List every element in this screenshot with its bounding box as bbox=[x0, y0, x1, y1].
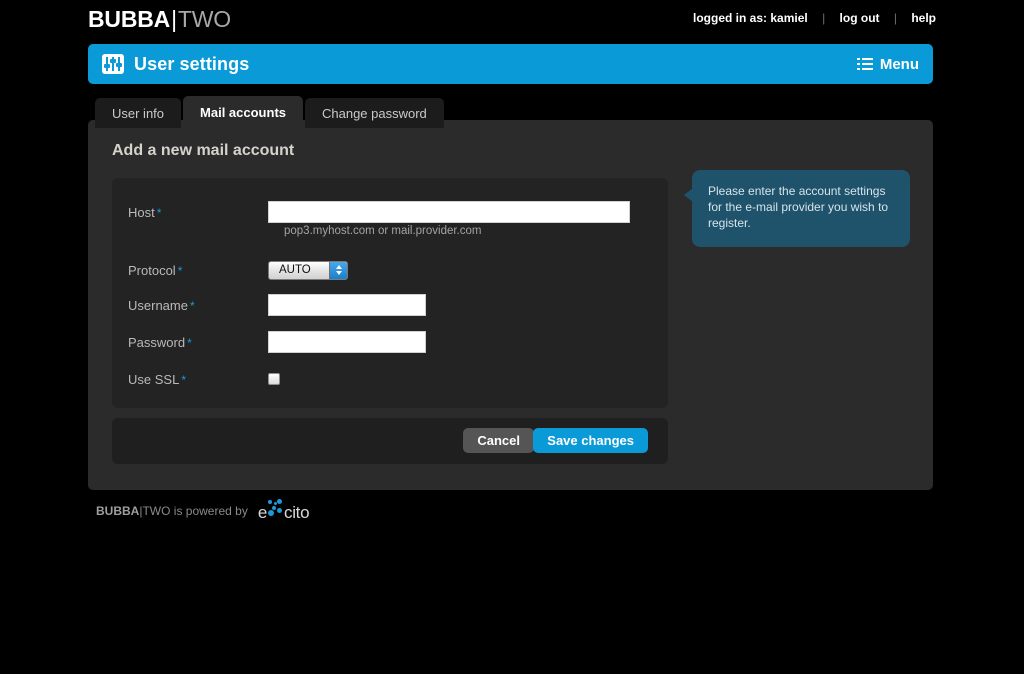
footer-text: BUBBA|TWO is powered by bbox=[96, 504, 248, 518]
mail-account-form: Host* pop3.myhost.com or mail.provider.c… bbox=[112, 178, 668, 408]
tab-change-password[interactable]: Change password bbox=[305, 98, 444, 128]
userbar-divider-1: | bbox=[811, 11, 836, 25]
footer-brand-bold: BUBBA bbox=[96, 504, 139, 518]
top-bar: BUBBA|TWO logged in as: kamiel | log out… bbox=[0, 0, 1024, 38]
host-label: Host* bbox=[112, 205, 268, 220]
page-title: User settings bbox=[134, 54, 249, 75]
sliders-icon bbox=[102, 54, 124, 74]
brand-logo-light: TWO bbox=[178, 6, 231, 32]
logged-in-label: logged in as: kamiel bbox=[693, 11, 808, 25]
username-required-marker: * bbox=[188, 299, 195, 313]
username-label: Username* bbox=[112, 298, 268, 313]
protocol-required-marker: * bbox=[176, 264, 183, 278]
username-control bbox=[268, 294, 668, 316]
username-label-text: Username bbox=[128, 298, 188, 313]
use-ssl-checkbox[interactable] bbox=[268, 373, 280, 385]
host-hint: pop3.myhost.com or mail.provider.com bbox=[284, 225, 482, 237]
excito-logo: e cito bbox=[258, 499, 309, 523]
host-input[interactable] bbox=[268, 201, 630, 223]
tab-user-info[interactable]: User info bbox=[95, 98, 181, 128]
excito-logo-suffix: cito bbox=[284, 503, 309, 523]
host-label-text: Host bbox=[128, 205, 155, 220]
userbar-divider-2: | bbox=[883, 11, 908, 25]
footer-brand-rest: TWO is powered by bbox=[142, 504, 247, 518]
footer: BUBBA|TWO is powered by e cito bbox=[96, 499, 309, 523]
field-row-username: Username* bbox=[112, 291, 668, 319]
log-out-link[interactable]: log out bbox=[840, 11, 880, 25]
tooltip-arrow-icon bbox=[684, 188, 693, 202]
use-ssl-required-marker: * bbox=[179, 373, 186, 387]
list-icon bbox=[857, 58, 873, 70]
password-input[interactable] bbox=[268, 331, 426, 353]
use-ssl-label-text: Use SSL bbox=[128, 372, 179, 387]
protocol-label: Protocol* bbox=[112, 263, 268, 278]
tab-mail-accounts[interactable]: Mail accounts bbox=[183, 96, 303, 128]
protocol-label-text: Protocol bbox=[128, 263, 176, 278]
use-ssl-control bbox=[268, 373, 668, 385]
chevron-down-icon bbox=[336, 271, 342, 275]
menu-button-label: Menu bbox=[880, 56, 919, 73]
protocol-stepper-icon[interactable] bbox=[329, 262, 347, 279]
section-title: Add a new mail account bbox=[112, 142, 294, 160]
tab-bar: User info Mail accounts Change password bbox=[95, 96, 444, 128]
use-ssl-label: Use SSL* bbox=[112, 372, 268, 387]
tooltip-text: Please enter the account settings for th… bbox=[708, 184, 888, 230]
brand-logo: BUBBA|TWO bbox=[88, 6, 231, 33]
menu-button[interactable]: Menu bbox=[857, 44, 919, 84]
brand-logo-bold: BUBBA bbox=[88, 6, 170, 32]
password-required-marker: * bbox=[185, 336, 192, 350]
page-header-left: User settings bbox=[102, 44, 249, 84]
field-row-password: Password* bbox=[112, 328, 668, 356]
host-required-marker: * bbox=[155, 206, 162, 220]
brand-logo-separator: | bbox=[170, 6, 178, 32]
save-changes-button[interactable]: Save changes bbox=[533, 428, 648, 453]
user-bar: logged in as: kamiel | log out | help bbox=[693, 11, 936, 25]
field-row-use-ssl: Use SSL* bbox=[112, 365, 668, 393]
field-row-protocol: Protocol* AUTO bbox=[112, 256, 668, 284]
content-panel: Add a new mail account Host* pop3.myhost… bbox=[88, 120, 933, 490]
excito-dots-icon bbox=[267, 499, 284, 518]
host-control bbox=[268, 201, 668, 223]
password-label-text: Password bbox=[128, 335, 185, 350]
page-header-bar: User settings Menu bbox=[88, 44, 933, 84]
excito-logo-prefix: e bbox=[258, 503, 267, 523]
protocol-select[interactable]: AUTO bbox=[268, 261, 348, 280]
field-row-host: Host* bbox=[112, 198, 668, 226]
cancel-button[interactable]: Cancel bbox=[463, 428, 534, 453]
protocol-select-value: AUTO bbox=[269, 264, 311, 276]
help-tooltip: Please enter the account settings for th… bbox=[692, 170, 910, 247]
password-control bbox=[268, 331, 668, 353]
app-page: BUBBA|TWO logged in as: kamiel | log out… bbox=[0, 0, 1024, 674]
protocol-control: AUTO bbox=[268, 261, 668, 280]
chevron-up-icon bbox=[336, 265, 342, 269]
form-actions-bar: Cancel Save changes bbox=[112, 418, 668, 464]
password-label: Password* bbox=[112, 335, 268, 350]
username-input[interactable] bbox=[268, 294, 426, 316]
help-link[interactable]: help bbox=[911, 11, 936, 25]
